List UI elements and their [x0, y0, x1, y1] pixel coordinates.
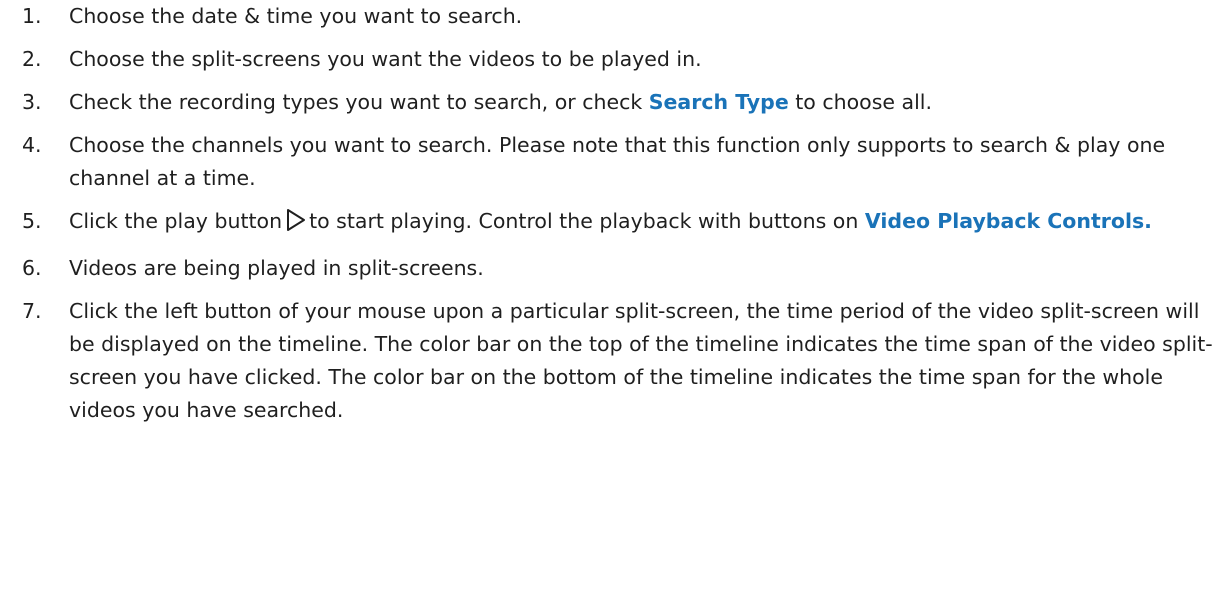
step-text: Choose the split-screens you want the vi… — [69, 47, 702, 71]
instruction-list: 1. Choose the date & time you want to se… — [22, 0, 1217, 437]
step-number: 2. — [22, 47, 42, 71]
step-text: Videos are being played in split-screens… — [69, 256, 484, 280]
step-1: 1. Choose the date & time you want to se… — [22, 0, 1217, 33]
step-text-middle: to start playing. Control the playback w… — [309, 209, 865, 233]
step-number: 4. — [22, 133, 42, 157]
step-2: 2. Choose the split-screens you want the… — [22, 43, 1217, 76]
video-playback-controls-link[interactable]: Video Playback Controls. — [865, 209, 1152, 233]
step-number: 1. — [22, 4, 42, 28]
step-5: 5. Click the play button to start playing… — [22, 205, 1217, 242]
step-text: Click the play button to start playing. C… — [69, 205, 1217, 242]
step-text: Check the recording types you want to se… — [69, 86, 1217, 119]
step-number: 5. — [22, 209, 42, 233]
step-text: Click the left button of your mouse upon… — [69, 299, 1213, 422]
step-3: 3. Check the recording types you want to… — [22, 86, 1217, 119]
step-number: 7. — [22, 299, 42, 323]
step-text-after: to choose all. — [788, 90, 932, 114]
play-icon — [286, 208, 306, 242]
step-7: 7. Click the left button of your mouse u… — [22, 295, 1217, 427]
step-number: 3. — [22, 90, 42, 114]
step-4: 4. Choose the channels you want to searc… — [22, 129, 1217, 195]
step-text-before: Check the recording types you want to se… — [69, 90, 649, 114]
step-text: Choose the channels you want to search. … — [69, 133, 1166, 190]
step-text-before: Click the play button — [69, 209, 283, 233]
step-number: 6. — [22, 256, 42, 280]
step-6: 6. Videos are being played in split-scre… — [22, 252, 1217, 285]
search-type-link[interactable]: Search Type — [649, 90, 789, 114]
step-text: Choose the date & time you want to searc… — [69, 4, 523, 28]
